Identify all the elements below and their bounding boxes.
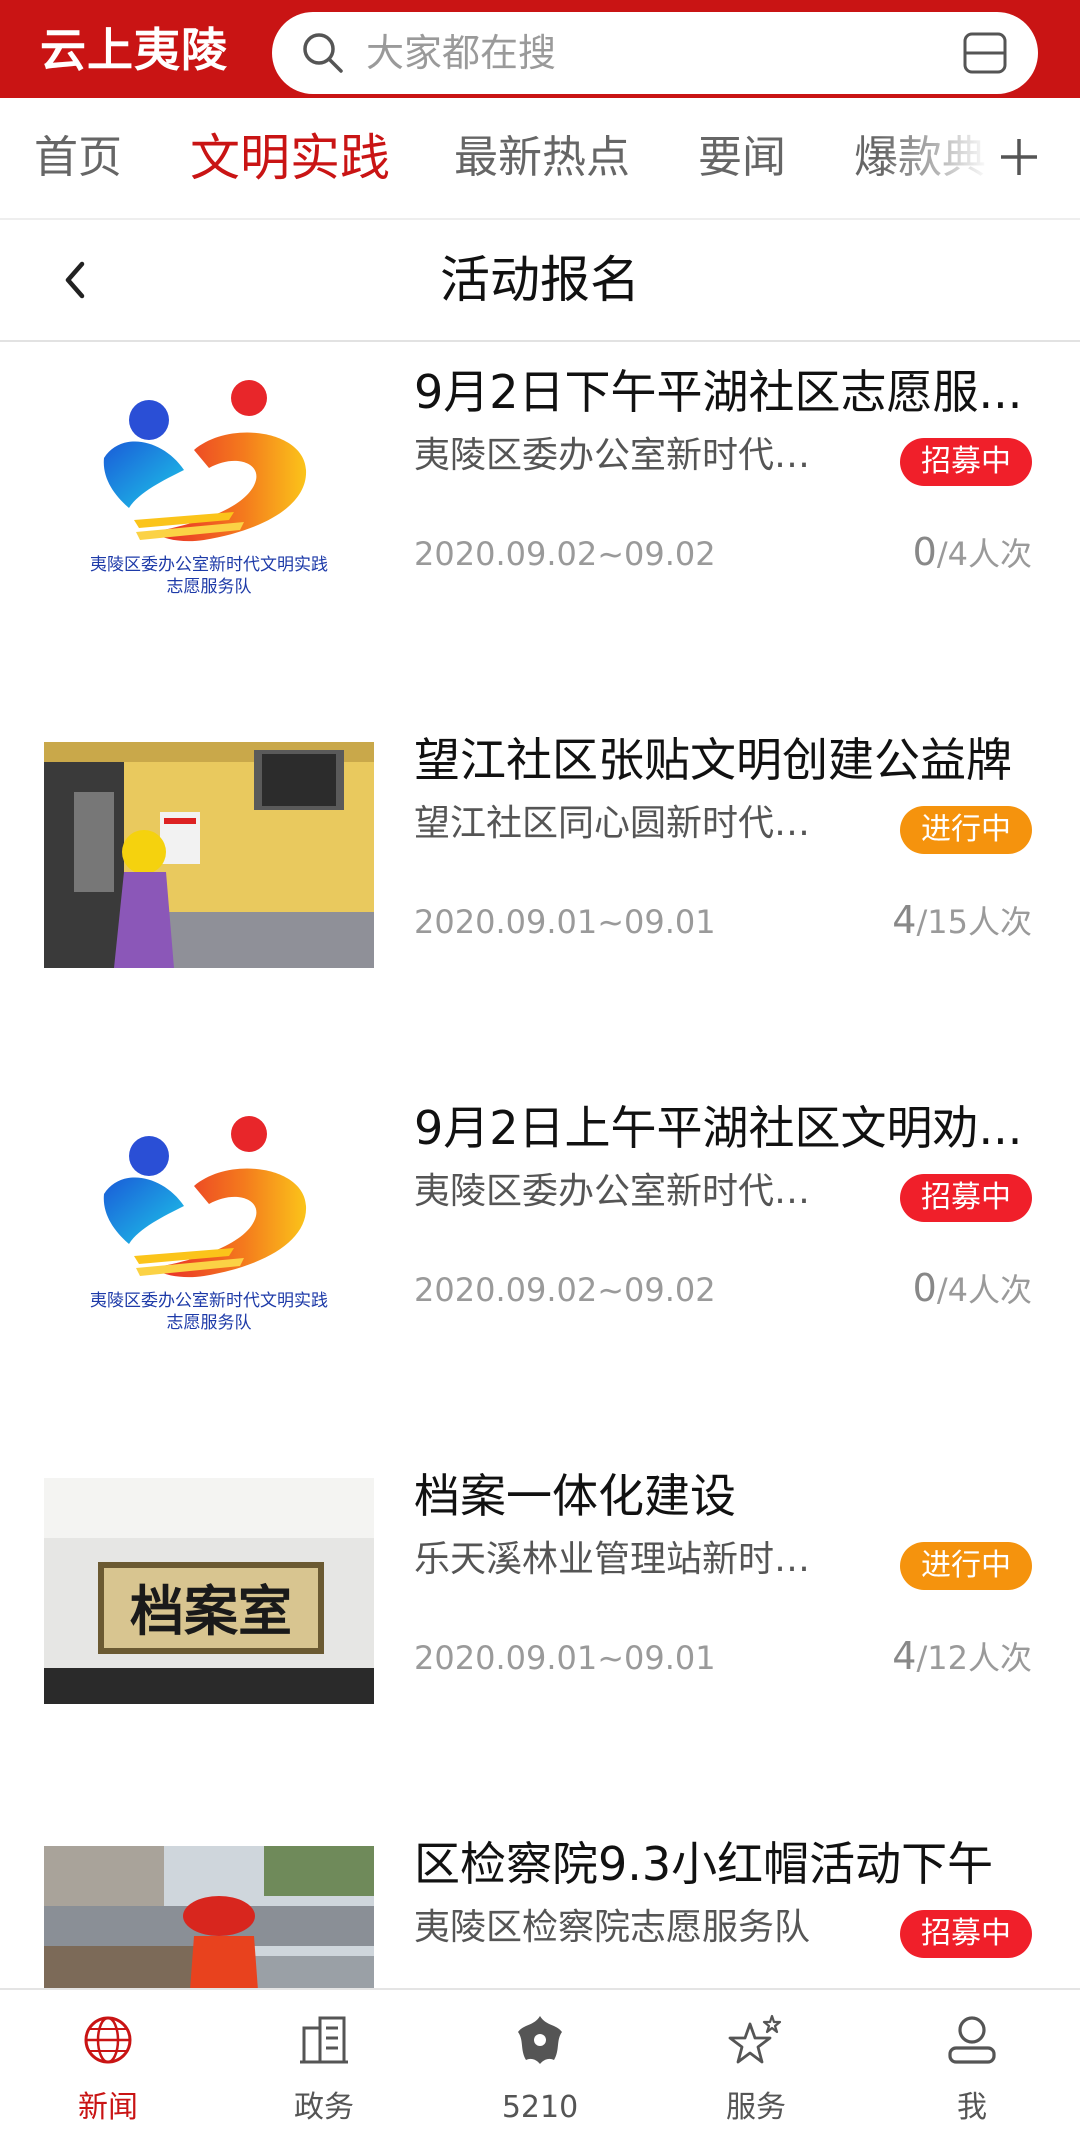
- wall-photo-icon: [44, 742, 374, 968]
- total-count: /4人次: [936, 1271, 1032, 1309]
- tab-home[interactable]: 首页: [34, 98, 122, 218]
- nav-5210-label: 5210: [501, 2090, 579, 2125]
- item-title: 档案一体化建设: [414, 1469, 736, 1523]
- svg-text:夷陵区委办公室新时代文明实践: 夷陵区委办公室新时代文明实践: [90, 555, 328, 575]
- title-bar: 活动报名: [0, 220, 1080, 342]
- item-organizer: 望江社区同心圆新时代文...: [414, 803, 834, 844]
- item-title: 9月2日上午平湖社区文明劝...: [414, 1101, 1023, 1155]
- nav-news-label: 新闻: [78, 2090, 138, 2125]
- svg-text:档案室: 档案室: [130, 1579, 292, 1643]
- nav-me-label: 我: [957, 2090, 987, 2125]
- nav-government-label: 政务: [294, 2090, 354, 2125]
- list-item[interactable]: 档案室 档案一体化建设 乐天溪林业管理站新时代... 进行中 2020.09.0…: [0, 1446, 1080, 1816]
- svg-text:夷陵区委办公室新时代文明实践: 夷陵区委办公室新时代文明实践: [90, 1291, 328, 1311]
- item-participants: 4/15人次: [892, 898, 1032, 944]
- item-date: 2020.09.01~09.01: [414, 903, 716, 941]
- search-icon: [303, 33, 343, 73]
- archive-sign-photo-icon: 档案室: [44, 1478, 374, 1704]
- app-logo[interactable]: 云上夷陵: [40, 20, 228, 80]
- status-badge: 进行中: [900, 1542, 1032, 1590]
- item-participants: 0/4人次: [913, 530, 1032, 576]
- search-bar[interactable]: 大家都在搜: [272, 12, 1038, 94]
- item-title: 望江社区张贴文明创建公益牌: [414, 733, 1012, 787]
- channel-tabs: 首页 文明实践 最新热点 要闻 爆款典: [0, 98, 1080, 220]
- item-participants: 0/4人次: [913, 1266, 1032, 1312]
- status-badge: 招募中: [900, 1174, 1032, 1222]
- joined-count: 4: [892, 1634, 917, 1678]
- scan-icon[interactable]: [962, 31, 1008, 75]
- item-organizer: 夷陵区委办公室新时代文...: [414, 435, 834, 476]
- total-count: /15人次: [916, 903, 1032, 941]
- nav-5210[interactable]: 5210: [432, 1990, 648, 2152]
- volunteer-logo-icon: 夷陵区委办公室新时代文明实践 志愿服务队: [90, 380, 328, 597]
- page-title: 活动报名: [440, 251, 640, 309]
- item-date: 2020.09.01~09.01: [414, 1639, 716, 1677]
- nav-government[interactable]: 政务: [216, 1990, 432, 2152]
- svg-text:志愿服务队: 志愿服务队: [167, 1313, 252, 1333]
- stars-icon: [728, 2014, 782, 2064]
- street-activity-photo: [44, 1846, 374, 1988]
- globe-icon: [84, 2016, 132, 2064]
- list-item[interactable]: 区检察院9.3小红帽活动下午 夷陵区检察院志愿服务队 招募中: [0, 1814, 1080, 1988]
- status-badge: 进行中: [900, 806, 1032, 854]
- street-photo-icon: [44, 1846, 374, 1988]
- joined-count: 0: [912, 1266, 937, 1310]
- bottom-nav: 新闻 政务 5210 服务 我: [0, 1988, 1080, 2152]
- tab-civilization-practice[interactable]: 文明实践: [190, 98, 390, 218]
- volunteer-logo-image: 夷陵区委办公室新时代文明实践 志愿服务队: [44, 1116, 374, 1342]
- volunteer-logo-icon: 夷陵区委办公室新时代文明实践 志愿服务队: [90, 1116, 328, 1333]
- item-organizer: 乐天溪林业管理站新时代...: [414, 1539, 834, 1580]
- tab-latest-hot[interactable]: 最新热点: [454, 98, 630, 218]
- joined-count: 0: [912, 530, 937, 574]
- flower-icon: [518, 2016, 562, 2064]
- list-item[interactable]: 夷陵区委办公室新时代文明实践 志愿服务队 9月2日上午平湖社区文明劝... 夷陵…: [0, 1078, 1080, 1448]
- total-count: /4人次: [936, 535, 1032, 573]
- total-count: /12人次: [916, 1639, 1032, 1677]
- nav-services-label: 服务: [726, 2090, 786, 2125]
- tabs-fade: [880, 98, 1080, 218]
- building-icon: [300, 2016, 348, 2064]
- item-title: 区检察院9.3小红帽活动下午: [414, 1837, 994, 1891]
- activity-list: 夷陵区委办公室新时代文明实践 志愿服务队 9月2日下午平湖社区志愿服... 夷陵…: [0, 342, 1080, 1988]
- item-date: 2020.09.02~09.02: [414, 535, 716, 573]
- nav-news[interactable]: 新闻: [0, 1990, 216, 2152]
- status-badge: 招募中: [900, 1910, 1032, 1958]
- item-participants: 4/12人次: [892, 1634, 1032, 1680]
- status-badge: 招募中: [900, 438, 1032, 486]
- plus-icon[interactable]: [998, 136, 1040, 178]
- item-date: 2020.09.02~09.02: [414, 1271, 716, 1309]
- item-title: 9月2日下午平湖社区志愿服...: [414, 365, 1023, 419]
- nav-me[interactable]: 我: [864, 1990, 1080, 2152]
- search-placeholder: 大家都在搜: [366, 31, 557, 75]
- user-icon: [948, 2016, 996, 2064]
- list-item[interactable]: 夷陵区委办公室新时代文明实践 志愿服务队 9月2日下午平湖社区志愿服... 夷陵…: [0, 342, 1080, 712]
- joined-count: 4: [892, 898, 917, 942]
- tab-headlines[interactable]: 要闻: [698, 98, 786, 218]
- volunteer-logo-image: 夷陵区委办公室新时代文明实践 志愿服务队: [44, 380, 374, 606]
- list-item[interactable]: 望江社区张贴文明创建公益牌 望江社区同心圆新时代文... 进行中 2020.09…: [0, 710, 1080, 1080]
- poster-photo: [44, 742, 374, 968]
- archive-room-photo: 档案室: [44, 1478, 374, 1704]
- item-organizer: 夷陵区检察院志愿服务队: [414, 1907, 811, 1948]
- top-bar: 云上夷陵 大家都在搜: [0, 0, 1080, 98]
- item-organizer: 夷陵区委办公室新时代文...: [414, 1171, 834, 1212]
- svg-text:志愿服务队: 志愿服务队: [167, 577, 252, 597]
- nav-services[interactable]: 服务: [648, 1990, 864, 2152]
